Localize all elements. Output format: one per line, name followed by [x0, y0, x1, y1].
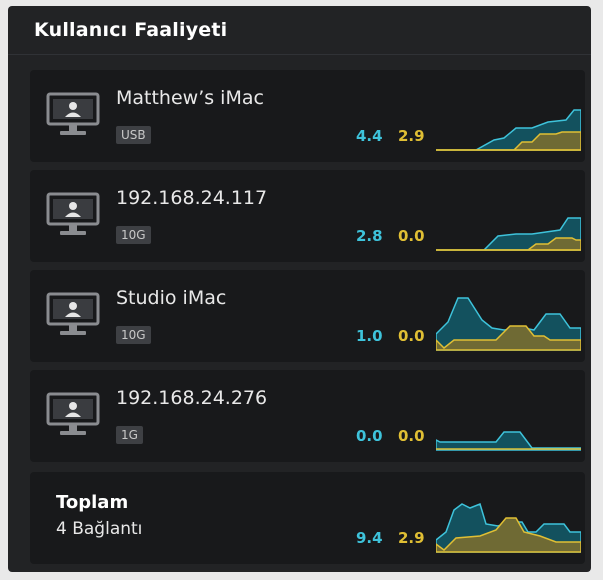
- user-activity-panel: Kullanıcı Faaliyeti Matthew’s iMac USB 4…: [8, 6, 591, 572]
- interface-badge: USB: [116, 126, 151, 144]
- total-activity-graph: [436, 502, 581, 553]
- download-value: 0.0: [398, 327, 425, 345]
- upload-value: 4.4: [356, 127, 383, 145]
- interface-badge: 1G: [116, 426, 143, 444]
- connection-name: Studio iMac: [116, 287, 227, 309]
- interface-badge: 10G: [116, 326, 151, 344]
- upload-value: 0.0: [356, 427, 383, 445]
- connection-name: 192.168.24.117: [116, 187, 268, 209]
- connection-row[interactable]: Studio iMac 10G 1.0 0.0: [30, 270, 585, 362]
- download-value: 2.9: [398, 127, 425, 145]
- connection-row[interactable]: 192.168.24.276 1G 0.0 0.0: [30, 370, 585, 462]
- activity-graph: [436, 109, 581, 151]
- connection-row[interactable]: Matthew’s iMac USB 4.4 2.9: [30, 70, 585, 162]
- computer-user-icon: [46, 292, 100, 335]
- total-upload-value: 9.4: [356, 529, 383, 547]
- total-title: Toplam: [56, 492, 129, 513]
- upload-value: 1.0: [356, 327, 383, 345]
- connection-count: 4 Bağlantı: [56, 519, 143, 539]
- activity-graph: [436, 217, 581, 251]
- total-row: Toplam 4 Bağlantı 9.4 2.9: [30, 472, 585, 564]
- computer-user-icon: [46, 392, 100, 435]
- connection-row[interactable]: 192.168.24.117 10G 2.8 0.0: [30, 170, 585, 262]
- interface-badge: 10G: [116, 226, 151, 244]
- computer-user-icon: [46, 92, 100, 135]
- activity-graph: [436, 297, 581, 351]
- activity-graph: [436, 431, 581, 451]
- download-value: 0.0: [398, 227, 425, 245]
- connection-name: Matthew’s iMac: [116, 87, 264, 109]
- computer-user-icon: [46, 192, 100, 235]
- connection-name: 192.168.24.276: [116, 387, 268, 409]
- download-value: 0.0: [398, 427, 425, 445]
- upload-value: 2.8: [356, 227, 383, 245]
- panel-title: Kullanıcı Faaliyeti: [8, 6, 591, 55]
- total-download-value: 2.9: [398, 529, 425, 547]
